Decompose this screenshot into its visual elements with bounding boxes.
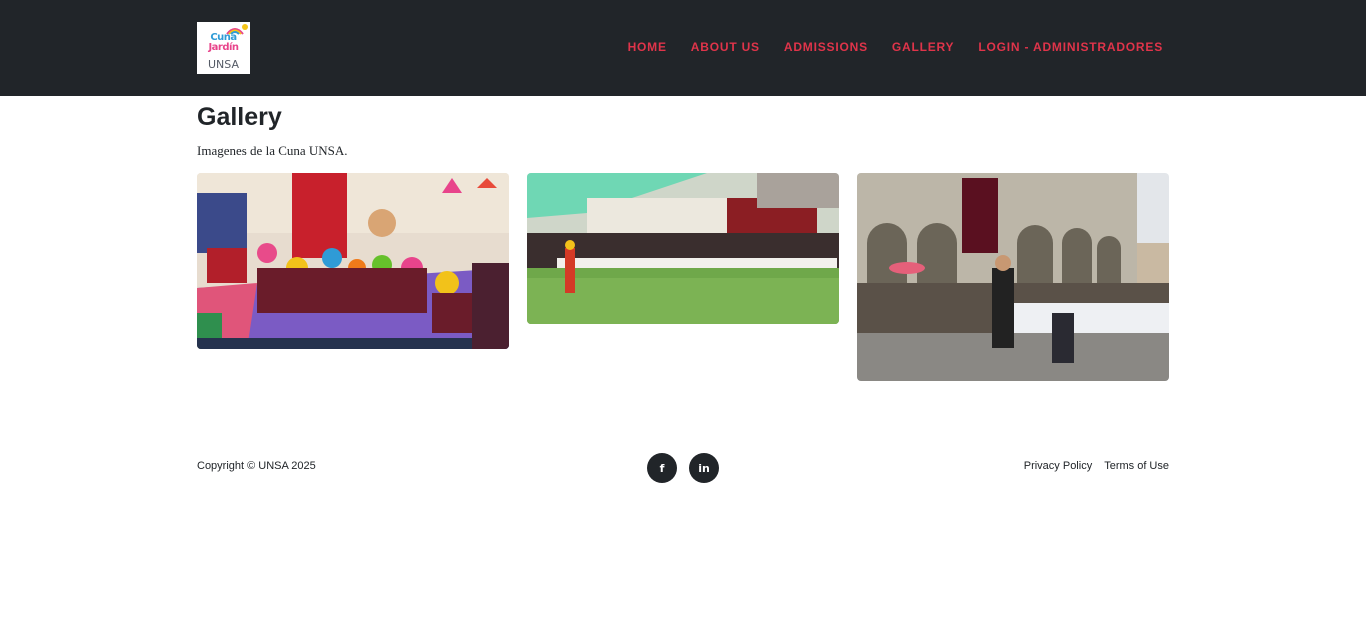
page-title: Gallery xyxy=(197,103,282,131)
nav-gallery[interactable]: Gallery xyxy=(892,40,955,54)
navbar: Cuna Jardín UNSA Home About Us Admission… xyxy=(0,0,1366,96)
nav-admissions[interactable]: Admissions xyxy=(784,40,868,54)
linkedin-icon[interactable]: in xyxy=(689,453,719,483)
terms-of-use-link[interactable]: Terms of Use xyxy=(1104,460,1169,472)
photo-classroom-clowns xyxy=(197,173,509,349)
privacy-policy-link[interactable]: Privacy Policy xyxy=(1024,460,1092,472)
page-subtitle: Imagenes de la Cuna UNSA. xyxy=(197,143,348,158)
gallery-image-courtyard[interactable] xyxy=(527,173,839,324)
nav-login-administradores[interactable]: Login - Administradores xyxy=(978,40,1163,54)
facebook-icon[interactable]: f xyxy=(647,453,677,483)
main-nav: Home About Us Admissions Gallery Login -… xyxy=(628,40,1163,54)
photo-courtyard-event xyxy=(527,173,839,324)
gallery-image-classroom[interactable] xyxy=(197,173,509,349)
nav-home[interactable]: Home xyxy=(628,40,667,54)
nav-about-us[interactable]: About Us xyxy=(691,40,760,54)
logo-text-unsa: UNSA xyxy=(208,58,239,71)
logo-text-jardin: Jardín xyxy=(208,42,239,53)
gallery-image-parade[interactable] xyxy=(857,173,1169,381)
copyright-text: Copyright © UNSA 2025 xyxy=(197,460,316,472)
footer-links: Privacy Policy Terms of Use xyxy=(1024,460,1169,472)
site-logo[interactable]: Cuna Jardín UNSA xyxy=(197,22,250,74)
photo-parade-plaza xyxy=(857,173,1169,381)
